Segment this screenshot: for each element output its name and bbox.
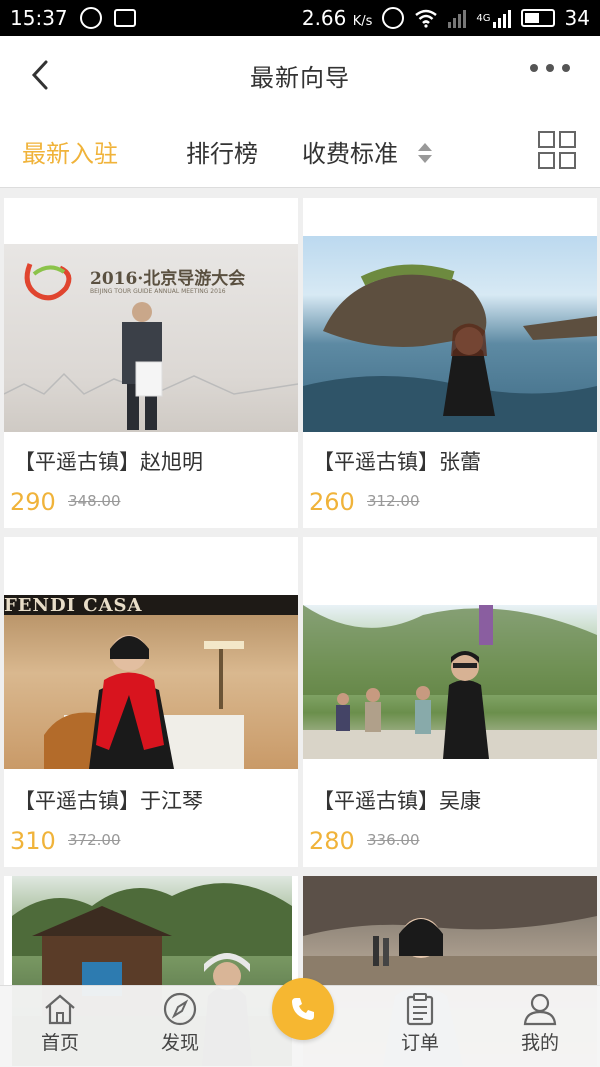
guide-price: 310 <box>10 827 56 855</box>
tabbar-discover[interactable]: 发现 <box>140 992 220 1055</box>
wifi-icon <box>415 9 438 28</box>
status-bar: 15:37 2.66 K/s 4G 34 <box>0 0 600 36</box>
guide-name: 【平遥古镇】于江琴 <box>14 789 203 813</box>
net-speed: 2.66 K/s <box>301 6 373 30</box>
tabbar-label: 发现 <box>160 1032 199 1054</box>
guide-original-price: 336.00 <box>367 831 420 849</box>
alarm-icon <box>382 7 405 29</box>
compass-icon <box>163 992 197 1026</box>
filter-tabs: 最新入驻 排行榜 收费标准 <box>0 114 600 188</box>
guide-card[interactable]: 【平遥古镇】张蕾 260 312.00 <box>303 198 597 528</box>
battery-icon <box>520 9 555 27</box>
sort-updown-icon[interactable] <box>416 140 434 166</box>
tabbar-home[interactable]: 首页 <box>20 992 100 1055</box>
photo-banner-text: 2016·北京导游大会 <box>90 269 246 289</box>
tab-ranking[interactable]: 排行榜 <box>186 134 258 169</box>
guide-photo: FENDI CASA <box>4 595 298 769</box>
qq-icon <box>79 7 102 29</box>
call-button[interactable] <box>272 978 334 1040</box>
battery-level: 34 <box>564 6 590 30</box>
guide-price: 280 <box>309 827 355 855</box>
bottom-tabbar: 首页 发现 订单 我的 <box>0 978 600 1067</box>
phone-icon <box>292 998 314 1020</box>
guide-name: 【平遥古镇】张蕾 <box>313 450 481 474</box>
home-icon <box>45 994 75 1025</box>
back-arrow-icon[interactable] <box>26 58 56 92</box>
guide-photo <box>303 605 597 759</box>
guide-name: 【平遥古镇】赵旭明 <box>14 450 203 474</box>
grid-view-icon[interactable] <box>538 131 576 169</box>
tabbar-label: 订单 <box>400 1032 439 1054</box>
page-title: 最新向导 <box>250 63 350 92</box>
guide-name: 【平遥古镇】吴康 <box>313 789 481 813</box>
guide-card[interactable]: 【平遥古镇】吴康 280 336.00 <box>303 537 597 867</box>
guide-price: 260 <box>309 488 355 516</box>
user-icon <box>523 993 557 1026</box>
image-icon <box>113 9 136 27</box>
tab-newest[interactable]: 最新入驻 <box>22 134 118 169</box>
more-dots-icon[interactable] <box>530 64 570 72</box>
guide-price: 290 <box>10 488 56 516</box>
guide-original-price: 372.00 <box>68 831 121 849</box>
tabbar-label: 首页 <box>40 1032 79 1054</box>
network-type: 4G <box>476 12 491 24</box>
photo-banner-subtext: BEIJING TOUR GUIDE ANNUAL MEETING 2016 <box>90 288 226 295</box>
tabbar-label: 我的 <box>520 1032 559 1054</box>
photo-banner-text: FENDI CASA <box>4 595 143 616</box>
header: 最新向导 <box>0 36 600 114</box>
guide-card[interactable]: FENDI CASA 【平遥古镇】于江琴 310 372.00 <box>4 537 298 867</box>
signal-icon <box>448 8 467 28</box>
tabbar-profile[interactable]: 我的 <box>500 992 580 1055</box>
guide-photo <box>303 236 597 432</box>
guide-card[interactable]: 2016·北京导游大会 BEIJING TOUR GUIDE ANNUAL ME… <box>4 198 298 528</box>
guide-original-price: 348.00 <box>68 492 121 510</box>
signal-icon <box>492 8 511 28</box>
tab-pricing[interactable]: 收费标准 <box>302 134 398 169</box>
tabbar-orders[interactable]: 订单 <box>380 992 460 1055</box>
guide-photo: 2016·北京导游大会 BEIJING TOUR GUIDE ANNUAL ME… <box>4 244 298 432</box>
clipboard-icon <box>406 993 434 1026</box>
status-time: 15:37 <box>10 6 68 30</box>
guide-original-price: 312.00 <box>367 492 420 510</box>
